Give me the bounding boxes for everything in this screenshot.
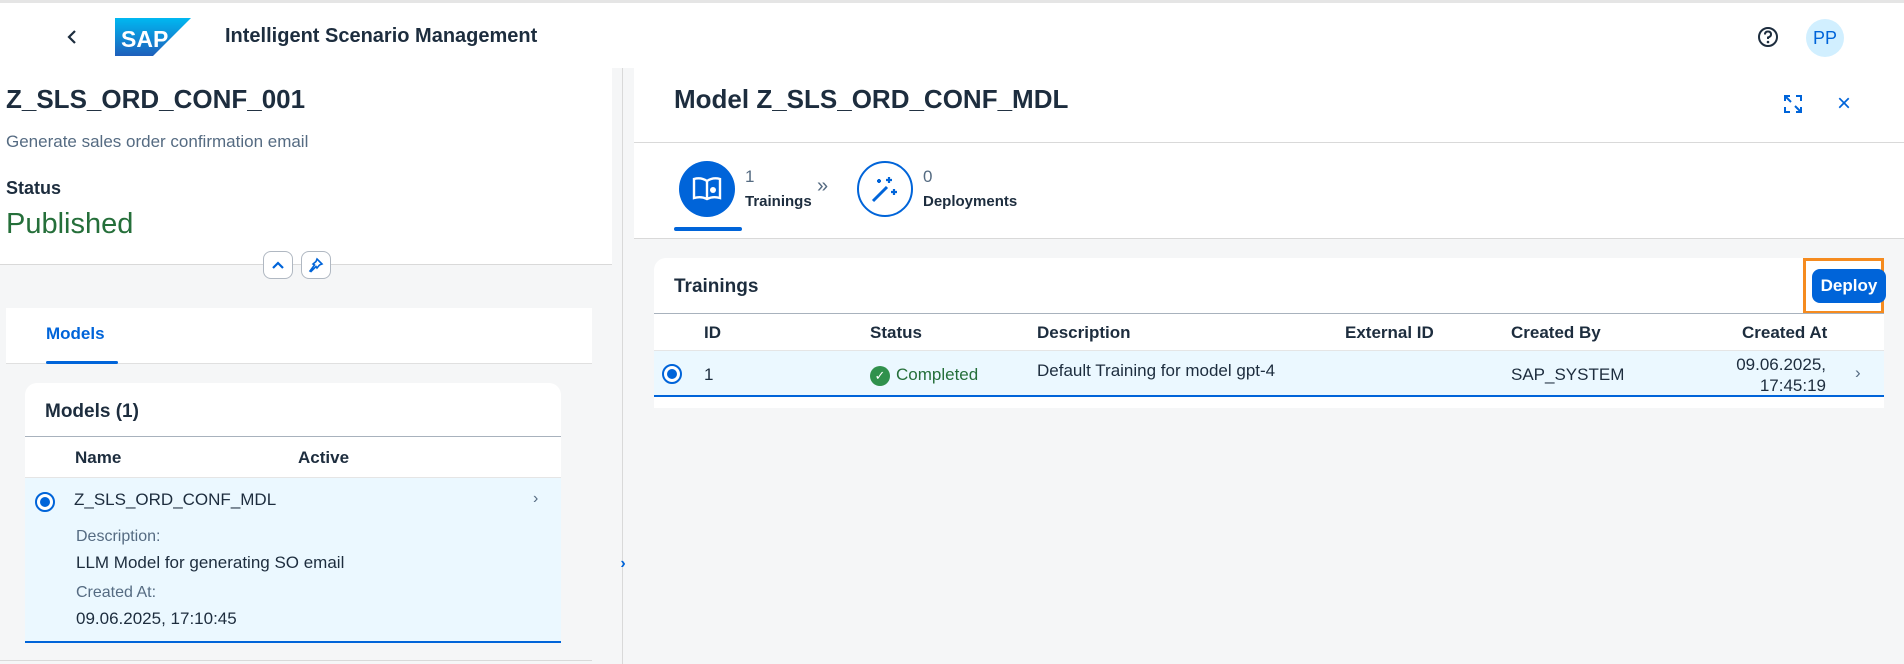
training-created-time: 17:45:19 bbox=[1759, 376, 1826, 395]
trainings-table: Trainings Deploy ID Status Description E… bbox=[654, 258, 1886, 408]
object-header: Z_SLS_ORD_CONF_001 Generate sales order … bbox=[0, 68, 612, 279]
created-at-label: Created At: bbox=[76, 584, 157, 601]
row-select-radio[interactable] bbox=[662, 364, 682, 384]
column-active: Active bbox=[298, 448, 350, 467]
model-detail-panel: Model Z_SLS_ORD_CONF_MDL × 1 Trainings »… bbox=[634, 68, 1904, 664]
scenario-subtitle: Generate sales order confirmation email bbox=[6, 132, 309, 151]
column-description: Description bbox=[1037, 323, 1131, 342]
column-external-id: External ID bbox=[1345, 323, 1434, 342]
table-row[interactable]: Z_SLS_ORD_CONF_MDL › Description: LLM Mo… bbox=[25, 478, 561, 643]
divider bbox=[0, 660, 592, 661]
book-icon bbox=[692, 177, 722, 201]
model-header: Model Z_SLS_ORD_CONF_MDL × bbox=[634, 68, 1904, 143]
models-table-title: Models (1) bbox=[45, 401, 139, 422]
app-title: Intelligent Scenario Management bbox=[225, 25, 538, 47]
expand-arrow-icon[interactable]: › bbox=[615, 544, 631, 584]
step-selected-indicator bbox=[674, 227, 742, 231]
model-title: Model Z_SLS_ORD_CONF_MDL bbox=[674, 84, 1069, 114]
collapse-header-button[interactable] bbox=[263, 251, 293, 279]
chevron-left-icon bbox=[67, 30, 76, 44]
step-trainings-count: 1 bbox=[745, 167, 755, 186]
section-tabbar: Models bbox=[6, 308, 592, 364]
help-icon bbox=[1758, 27, 1778, 47]
column-status: Status bbox=[870, 323, 922, 342]
deploy-button[interactable]: Deploy bbox=[1812, 269, 1886, 303]
chevron-right-icon[interactable]: › bbox=[1855, 363, 1861, 383]
training-created-date: 09.06.2025, bbox=[1736, 355, 1826, 374]
step-deployments-count: 0 bbox=[923, 167, 933, 186]
training-created-by: SAP_SYSTEM bbox=[1511, 365, 1625, 384]
tab-models[interactable]: Models bbox=[46, 324, 105, 344]
training-status: Completed bbox=[896, 365, 979, 384]
trainings-table-header: ID Status Description External ID Create… bbox=[654, 313, 1884, 351]
svg-text:SAP: SAP bbox=[121, 26, 168, 52]
help-button[interactable] bbox=[1756, 25, 1780, 49]
model-name: Z_SLS_ORD_CONF_MDL bbox=[74, 490, 277, 509]
model-description: LLM Model for generating SO email bbox=[76, 553, 345, 572]
scenario-object-page: Z_SLS_ORD_CONF_001 Generate sales order … bbox=[0, 68, 612, 664]
sap-logo[interactable]: SAP bbox=[115, 18, 191, 56]
process-flow: 1 Trainings » 0 Deployments bbox=[634, 143, 1904, 239]
models-table-header: Name Active bbox=[25, 436, 561, 478]
magic-wand-icon bbox=[871, 177, 897, 203]
success-icon: ✓ bbox=[870, 366, 890, 386]
status-label: Status bbox=[6, 178, 62, 198]
pin-icon bbox=[308, 257, 324, 273]
step-deployments-label: Deployments bbox=[923, 193, 1018, 210]
tab-selected-indicator bbox=[46, 361, 118, 364]
models-table: Models (1) Name Active Z_SLS_ORD_CONF_MD… bbox=[25, 383, 561, 643]
step-trainings-label: Trainings bbox=[745, 193, 812, 210]
scenario-title: Z_SLS_ORD_CONF_001 bbox=[6, 84, 306, 114]
description-label: Description: bbox=[76, 528, 161, 545]
column-name: Name bbox=[75, 448, 122, 467]
pin-header-button[interactable] bbox=[301, 251, 331, 279]
step-trainings[interactable] bbox=[679, 161, 735, 217]
step-deployments[interactable] bbox=[857, 161, 913, 217]
column-created-by: Created By bbox=[1511, 323, 1601, 342]
chevron-up-icon bbox=[272, 261, 284, 269]
shell-bar: SAP Intelligent Scenario Management PP bbox=[0, 0, 1904, 68]
trainings-table-title: Trainings bbox=[674, 276, 759, 297]
status-value: Published bbox=[6, 208, 134, 240]
row-select-radio[interactable] bbox=[35, 492, 55, 512]
close-icon[interactable]: × bbox=[1832, 90, 1856, 117]
back-button[interactable] bbox=[60, 25, 84, 49]
model-created-at: 09.06.2025, 17:10:45 bbox=[76, 609, 237, 628]
column-created-at: Created At bbox=[1742, 323, 1828, 342]
training-description: Default Training for model gpt-4 bbox=[1037, 361, 1276, 380]
layout-splitter[interactable]: › bbox=[612, 68, 634, 664]
fullscreen-icon[interactable] bbox=[1781, 92, 1805, 116]
user-avatar[interactable]: PP bbox=[1806, 19, 1844, 57]
table-row[interactable]: 1 ✓ Completed Default Training for model… bbox=[654, 351, 1884, 397]
chevron-right-icon[interactable]: › bbox=[533, 490, 538, 508]
column-id: ID bbox=[704, 323, 721, 342]
double-chevron-icon: » bbox=[817, 175, 829, 197]
training-id: 1 bbox=[704, 365, 714, 384]
